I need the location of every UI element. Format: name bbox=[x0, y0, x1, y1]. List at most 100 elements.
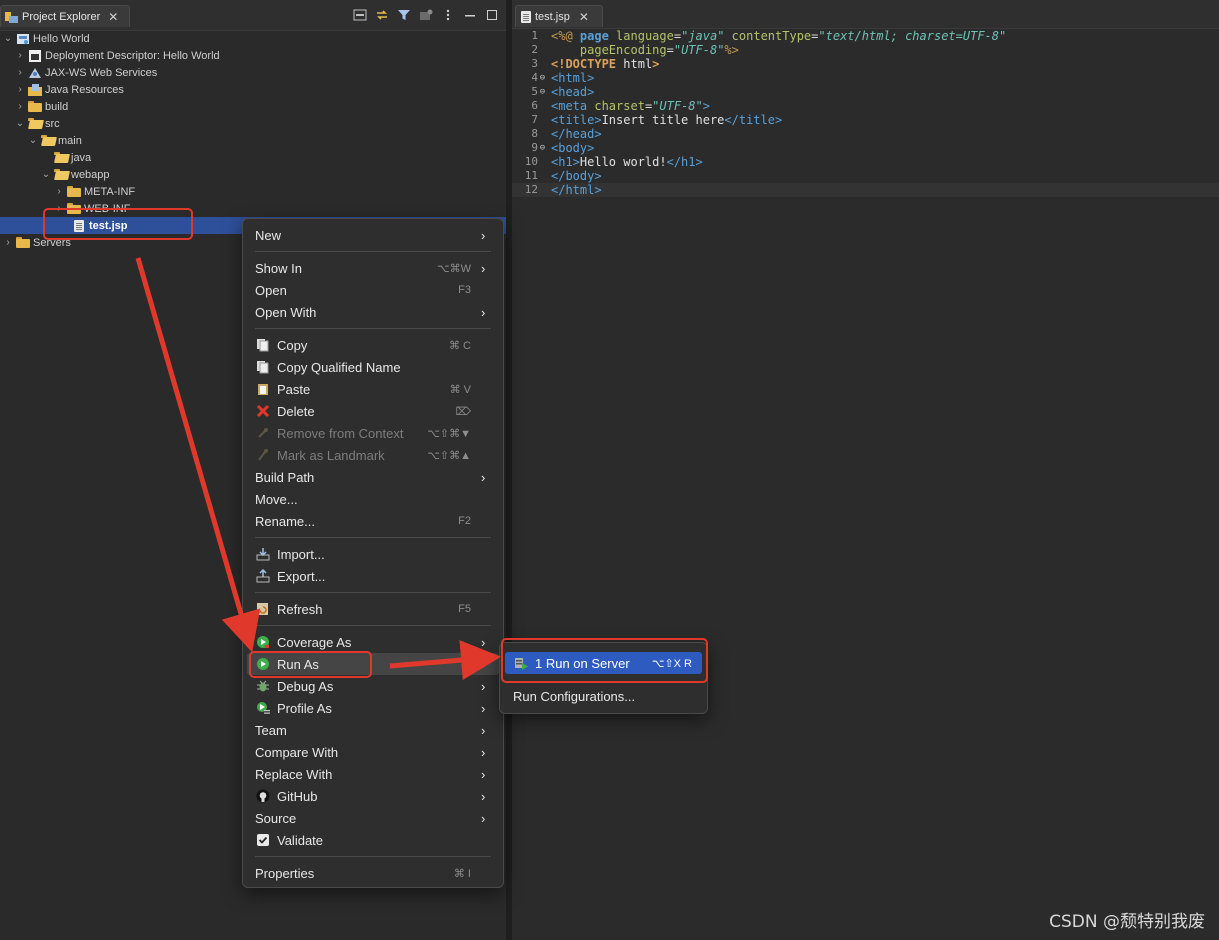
tree-item-hello-world[interactable]: ⌄ Hello World bbox=[0, 30, 506, 47]
tree-item-build[interactable]: › build bbox=[0, 98, 506, 115]
focus-icon[interactable] bbox=[418, 8, 434, 22]
menu-item-profile-as[interactable]: Profile As › bbox=[247, 697, 499, 719]
tree-item-main[interactable]: ⌄ main bbox=[0, 132, 506, 149]
collapse-all-icon[interactable] bbox=[352, 8, 368, 22]
menu-item-replace-with[interactable]: Replace With › bbox=[247, 763, 499, 785]
line-number: 8 bbox=[531, 127, 538, 140]
menu-item-rename[interactable]: Rename... F2 bbox=[247, 510, 499, 532]
menu-item-properties[interactable]: Properties ⌘ I bbox=[247, 862, 499, 884]
chevron-down-icon[interactable]: ⌄ bbox=[27, 135, 39, 147]
chevron-right-icon[interactable]: › bbox=[14, 67, 26, 79]
menu-item-team[interactable]: Team › bbox=[247, 719, 499, 741]
menu-item-shortcut: F3 bbox=[458, 284, 471, 296]
menu-item-open[interactable]: Open F3 bbox=[247, 279, 499, 301]
code-line: pageEncoding="UTF-8"%> bbox=[579, 43, 739, 57]
tree-item-meta-inf[interactable]: › META-INF bbox=[0, 183, 506, 200]
code-line: <title>Insert title here</title> bbox=[551, 113, 783, 127]
menu-item-import[interactable]: Import... bbox=[247, 543, 499, 565]
chevron-right-icon[interactable]: › bbox=[53, 186, 65, 198]
tree-item-label: Java Resources bbox=[45, 83, 124, 96]
menu-item-export[interactable]: Export... bbox=[247, 565, 499, 587]
close-icon[interactable]: ✕ bbox=[108, 10, 118, 24]
code-line: </body> bbox=[551, 169, 602, 183]
menu-item-copy-qualified-name[interactable]: Copy Qualified Name bbox=[247, 356, 499, 378]
menu-separator bbox=[255, 856, 491, 857]
webservices-icon bbox=[29, 67, 41, 78]
tree-item-java-resources[interactable]: › Java Resources bbox=[0, 81, 506, 98]
chevron-down-icon[interactable]: ⌄ bbox=[2, 33, 14, 45]
line-number: 3 bbox=[531, 57, 538, 70]
fold-toggle-icon[interactable]: ⊖ bbox=[538, 71, 547, 85]
menu-item-coverage-as[interactable]: Coverage As › bbox=[247, 631, 499, 653]
copy-icon bbox=[255, 338, 271, 352]
menu-item-compare-with[interactable]: Compare With › bbox=[247, 741, 499, 763]
menu-item-delete[interactable]: Delete ⌦ bbox=[247, 400, 499, 422]
folder-open-icon bbox=[28, 117, 42, 130]
line-number: 9 bbox=[531, 141, 538, 154]
tab-project-explorer[interactable]: Project Explorer ✕ bbox=[0, 5, 130, 27]
menu-item-label: Properties bbox=[255, 865, 315, 881]
java-resources-icon bbox=[28, 83, 42, 96]
menu-item-refresh[interactable]: Refresh F5 bbox=[247, 598, 499, 620]
tree-item-src[interactable]: ⌄ src bbox=[0, 115, 506, 132]
annotation-box-run-as bbox=[249, 651, 372, 678]
menu-item-new[interactable]: New › bbox=[247, 224, 499, 246]
line-number: 1 bbox=[531, 29, 538, 42]
menu-item-open-with[interactable]: Open With › bbox=[247, 301, 499, 323]
fold-toggle-icon[interactable]: ⊖ bbox=[538, 141, 547, 155]
menu-item-label: Build Path bbox=[255, 469, 315, 485]
menu-item-run-configurations[interactable]: Run Configurations... bbox=[505, 685, 702, 707]
chevron-down-icon[interactable]: ⌄ bbox=[14, 118, 26, 130]
maximize-icon[interactable] bbox=[484, 8, 500, 22]
close-icon[interactable]: ✕ bbox=[579, 10, 589, 24]
debug-icon bbox=[255, 679, 271, 693]
editor-area: test.jsp ✕ 1 <%@ page language="java" con… bbox=[512, 0, 1219, 940]
tree-item-jax-ws[interactable]: › JAX-WS Web Services bbox=[0, 64, 506, 81]
chevron-right-icon[interactable]: › bbox=[14, 50, 26, 62]
code-editor[interactable]: 1 <%@ page language="java" contentType="t… bbox=[512, 29, 1219, 197]
context-menu: New › Show In ⌥⌘W › Open F3 Open With › Copy ⌘ C Co… bbox=[242, 218, 504, 888]
copy-qualified-icon bbox=[255, 360, 271, 374]
menu-item-source[interactable]: Source › bbox=[247, 807, 499, 829]
menu-item-build-path[interactable]: Build Path › bbox=[247, 466, 499, 488]
chevron-right-icon[interactable]: › bbox=[14, 84, 26, 96]
folder-icon bbox=[16, 236, 30, 249]
menu-item-shortcut: F5 bbox=[458, 603, 471, 615]
menu-item-shortcut: F2 bbox=[458, 515, 471, 527]
menu-item-label: Delete bbox=[277, 403, 315, 419]
tree-item-deployment-descriptor[interactable]: › Deployment Descriptor: Hello World bbox=[0, 47, 506, 64]
menu-item-label: Import... bbox=[277, 546, 325, 562]
fold-toggle-icon[interactable]: ⊖ bbox=[538, 85, 547, 99]
view-menu-icon[interactable] bbox=[440, 8, 456, 22]
view-toolbar bbox=[352, 8, 500, 22]
filter-icon[interactable] bbox=[396, 8, 412, 22]
line-number: 5 bbox=[531, 85, 538, 98]
landmark-icon bbox=[255, 448, 271, 462]
menu-item-validate[interactable]: Validate bbox=[247, 829, 499, 851]
project-explorer-icon bbox=[5, 11, 18, 23]
menu-item-shortcut: ⌥⇧⌘▲ bbox=[427, 449, 471, 462]
chevron-right-icon: › bbox=[481, 304, 486, 320]
menu-item-debug-as[interactable]: Debug As › bbox=[247, 675, 499, 697]
menu-item-paste[interactable]: Paste ⌘ V bbox=[247, 378, 499, 400]
tab-test-jsp[interactable]: test.jsp ✕ bbox=[515, 5, 603, 27]
menu-item-label: Coverage As bbox=[277, 634, 352, 650]
menu-item-shortcut: ⌘ V bbox=[449, 383, 471, 396]
menu-item-copy[interactable]: Copy ⌘ C bbox=[247, 334, 499, 356]
menu-separator bbox=[255, 592, 491, 593]
folder-open-icon bbox=[54, 168, 68, 181]
chevron-right-icon[interactable]: › bbox=[2, 237, 14, 249]
chevron-right-icon[interactable]: › bbox=[14, 101, 26, 113]
link-with-editor-icon[interactable] bbox=[374, 8, 390, 22]
tree-item-java[interactable]: java bbox=[0, 149, 506, 166]
menu-item-show-in[interactable]: Show In ⌥⌘W › bbox=[247, 257, 499, 279]
chevron-down-icon[interactable]: ⌄ bbox=[40, 169, 52, 181]
tree-item-webapp[interactable]: ⌄ webapp bbox=[0, 166, 506, 183]
tree-item-label: java bbox=[71, 151, 92, 164]
menu-item-label: Replace With bbox=[255, 766, 333, 782]
profile-icon bbox=[255, 701, 271, 715]
minimize-icon[interactable] bbox=[462, 8, 478, 22]
menu-separator bbox=[255, 537, 491, 538]
menu-item-move[interactable]: Move... bbox=[247, 488, 499, 510]
menu-item-github[interactable]: GitHub › bbox=[247, 785, 499, 807]
